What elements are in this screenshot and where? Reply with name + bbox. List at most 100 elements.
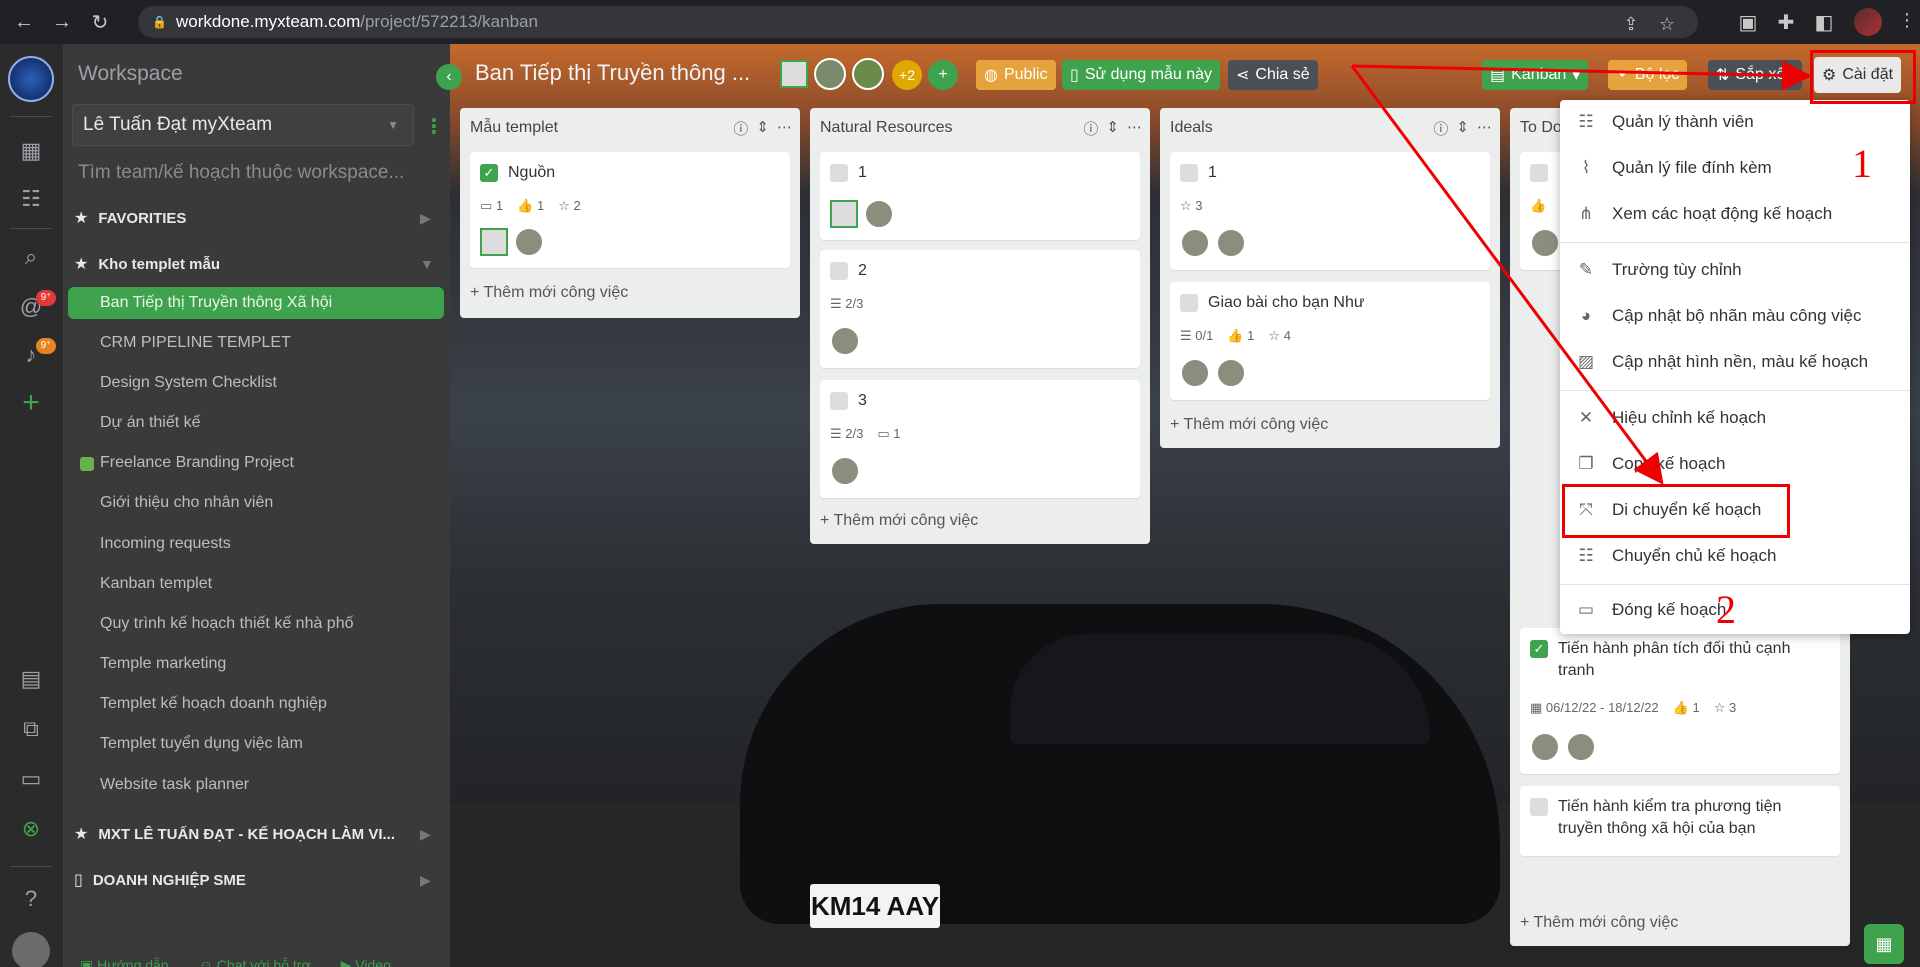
- sort-icon[interactable]: ⇕: [756, 118, 769, 139]
- apps-grid-icon[interactable]: ▦: [1864, 924, 1904, 964]
- add-task-button[interactable]: + Thêm mới công việc: [1520, 914, 1678, 932]
- sidebar-project-item[interactable]: Dự án thiết kế: [100, 414, 201, 432]
- checkbox-checked[interactable]: ✓: [1530, 640, 1548, 658]
- menu-item-update-labels[interactable]: ◕ Cập nhật bộ nhãn màu công việc: [1560, 296, 1910, 336]
- forward-icon[interactable]: →: [48, 8, 76, 36]
- video-link[interactable]: ▶ Video: [341, 957, 391, 967]
- more-icon[interactable]: ⋯: [1477, 118, 1492, 139]
- chevron-down-icon[interactable]: ▼: [420, 256, 434, 272]
- add-icon[interactable]: +: [16, 386, 46, 419]
- chat-support-link[interactable]: ☺ Chat với hỗ trợ: [199, 957, 311, 967]
- filter-button[interactable]: ⏷ Bộ lọc: [1608, 60, 1688, 90]
- search-icon[interactable]: ⌕: [16, 242, 46, 272]
- checkbox-unchecked[interactable]: [830, 262, 848, 280]
- team-group[interactable]: ★ MXT LÊ TUẤN ĐẠT - KẾ HOẠCH LÀM VI...: [74, 824, 395, 844]
- browser-menu-icon[interactable]: ⋮: [1898, 10, 1916, 31]
- board-title[interactable]: Ban Tiếp thị Truyền thông ...: [475, 60, 750, 86]
- checkbox-unchecked[interactable]: [1530, 798, 1548, 816]
- profile-avatar[interactable]: [1854, 8, 1882, 36]
- sort-icon[interactable]: ⇕: [1456, 118, 1469, 139]
- workspace-search-input[interactable]: Tìm team/kế hoạch thuộc workspace...: [78, 162, 404, 184]
- checkbox-checked[interactable]: ✓: [480, 164, 498, 182]
- task-card[interactable]: 2 ☰ 2/3: [820, 250, 1140, 368]
- info-icon[interactable]: ⓘ: [733, 118, 748, 139]
- task-card[interactable]: 1: [820, 152, 1140, 240]
- share-button[interactable]: ⋖ Chia sẻ: [1228, 60, 1318, 90]
- user-avatar[interactable]: [12, 932, 50, 967]
- add-task-button[interactable]: + Thêm mới công việc: [820, 512, 978, 530]
- favorites-group[interactable]: ★ FAVORITIES: [74, 208, 186, 228]
- sidebar-project-item[interactable]: Freelance Branding Project: [100, 454, 294, 472]
- add-member-icon[interactable]: +: [928, 60, 958, 90]
- member-avatar[interactable]: [814, 58, 846, 90]
- checkbox-unchecked[interactable]: [1530, 164, 1548, 182]
- storage-icon[interactable]: ▭: [16, 764, 46, 794]
- view-kanban-button[interactable]: ▤ Kanban ▾: [1482, 60, 1589, 90]
- sidebar-project-item[interactable]: Giới thiệu cho nhân viên: [100, 494, 273, 512]
- menu-item-edit-plan[interactable]: ✕ Hiệu chỉnh kế hoạch: [1560, 398, 1910, 438]
- menu-item-transfer-owner[interactable]: ☷ Chuyển chủ kế hoạch: [1560, 536, 1910, 576]
- template-group[interactable]: ★ Kho templet mẫu: [74, 254, 220, 274]
- checkbox-unchecked[interactable]: [1180, 164, 1198, 182]
- menu-item-copy-plan[interactable]: ❐ Copy kế hoạch: [1560, 444, 1910, 484]
- task-card[interactable]: 1 ☆ 3: [1170, 152, 1490, 270]
- task-card[interactable]: Giao bài cho bạn Như ☰ 0/1 👍 1 ☆ 4: [1170, 282, 1490, 400]
- sme-group[interactable]: ▯ DOANH NGHIỆP SME: [74, 870, 246, 890]
- reload-icon[interactable]: ↻: [86, 8, 114, 36]
- chevron-right-icon[interactable]: ▶: [420, 872, 431, 889]
- sidebar-project-item[interactable]: CRM PIPELINE TEMPLET: [100, 334, 291, 352]
- sidebar-project-item[interactable]: Quy trình kế hoạch thiết kế nhà phố: [100, 615, 354, 633]
- dashboard-icon[interactable]: ▦: [16, 136, 46, 166]
- puzzle-icon[interactable]: ✚: [1772, 8, 1800, 36]
- extension-icon[interactable]: ▣: [1734, 8, 1762, 36]
- member-avatar[interactable]: [780, 60, 808, 88]
- task-card[interactable]: Tiến hành kiểm tra phương tiện truyền th…: [1520, 786, 1840, 856]
- help-icon[interactable]: ?: [16, 884, 46, 914]
- chevron-right-icon[interactable]: ▶: [420, 826, 431, 843]
- sidebar-project-item[interactable]: Website task planner: [100, 776, 249, 794]
- menu-item-update-background[interactable]: ▨ Cập nhật hình nền, màu kế hoạch: [1560, 342, 1910, 382]
- member-avatar[interactable]: [852, 58, 884, 90]
- report-icon[interactable]: ⧉: [16, 714, 46, 744]
- task-card[interactable]: ✓ Nguồn ▭ 1 👍 1 ☆ 2: [470, 152, 790, 268]
- public-button[interactable]: ◍ Public: [976, 60, 1056, 90]
- teams-icon[interactable]: ☷: [16, 184, 46, 214]
- sidepanel-icon[interactable]: ◧: [1810, 8, 1838, 36]
- sort-icon[interactable]: ⇕: [1106, 118, 1119, 139]
- guide-link[interactable]: ▣ Hướng dẫn: [80, 957, 169, 967]
- use-template-button[interactable]: ▯ Sử dụng mẫu này: [1062, 60, 1221, 90]
- kanban-app-icon[interactable]: ▤: [16, 664, 46, 694]
- share-page-icon[interactable]: ⇪: [1620, 14, 1642, 35]
- app-logo[interactable]: [8, 56, 54, 102]
- add-task-button[interactable]: + Thêm mới công việc: [470, 284, 628, 302]
- workspace-select[interactable]: Lê Tuấn Đạt myXteam ▼: [72, 104, 414, 146]
- menu-item-custom-fields[interactable]: ✎ Trường tùy chỉnh: [1560, 250, 1910, 290]
- info-icon[interactable]: ⓘ: [1433, 118, 1448, 139]
- more-icon[interactable]: ⋯: [777, 118, 792, 139]
- sidebar-project-item[interactable]: Templet kế hoạch doanh nghiệp: [100, 695, 327, 713]
- workdone-icon[interactable]: ⊗: [16, 814, 46, 844]
- extra-members-count[interactable]: +2: [892, 60, 922, 90]
- sidebar-project-item[interactable]: Temple marketing: [100, 655, 226, 673]
- sidebar-project-item[interactable]: Templet tuyển dụng việc làm: [100, 735, 303, 753]
- info-icon[interactable]: ⓘ: [1083, 118, 1098, 139]
- collapse-sidebar-button[interactable]: ‹: [436, 64, 462, 90]
- checkbox-unchecked[interactable]: [830, 164, 848, 182]
- sidebar-project-item[interactable]: Incoming requests: [100, 535, 231, 553]
- bookmark-star-icon[interactable]: ☆: [1656, 14, 1678, 35]
- task-card[interactable]: ✓ Tiến hành phân tích đối thủ cạnh tranh…: [1520, 628, 1840, 774]
- sort-button[interactable]: ⇅ Sắp xếp: [1708, 60, 1803, 90]
- sidebar-project-item[interactable]: Design System Checklist: [100, 374, 277, 392]
- checkbox-unchecked[interactable]: [830, 392, 848, 410]
- back-icon[interactable]: ←: [10, 8, 38, 36]
- sidebar-item-active-project[interactable]: Ban Tiếp thị Truyền thông Xã hội: [68, 287, 444, 319]
- chevron-right-icon[interactable]: ▶: [420, 210, 431, 227]
- address-bar[interactable]: 🔒 workdone.myxteam.com /project/572213/k…: [138, 6, 1698, 38]
- sidebar-project-item[interactable]: Kanban templet: [100, 575, 212, 593]
- task-card[interactable]: 3 ☰ 2/3 ▭ 1: [820, 380, 1140, 498]
- checkbox-unchecked[interactable]: [1180, 294, 1198, 312]
- menu-item-manage-members[interactable]: ☷ Quản lý thành viên: [1560, 102, 1910, 142]
- add-task-button[interactable]: + Thêm mới công việc: [1170, 416, 1328, 434]
- kebab-menu-icon[interactable]: ⋮: [424, 114, 444, 139]
- more-icon[interactable]: ⋯: [1127, 118, 1142, 139]
